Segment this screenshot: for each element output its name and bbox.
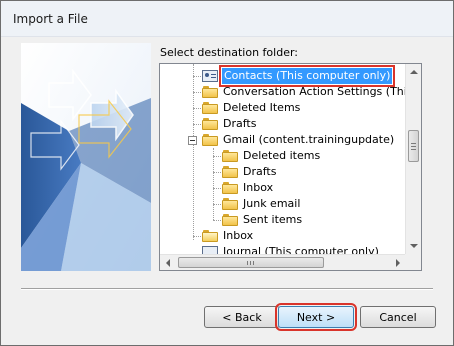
collapse-toggle-icon[interactable] [188, 136, 197, 145]
vertical-scroll-thumb[interactable] [408, 130, 419, 162]
wizard-banner-graphic [21, 43, 151, 271]
destination-folder-label: Select destination folder: [160, 46, 299, 59]
tree-item-contacts[interactable]: Contacts (This computer only) [160, 65, 405, 87]
tree-item-gmail-junk-email[interactable]: Junk email [160, 196, 405, 212]
tree-item-label: Deleted Items [223, 101, 301, 114]
title-bar: Import a File [1, 1, 453, 37]
journal-icon [202, 246, 218, 254]
tree-item-label: Sent items [243, 213, 303, 226]
contacts-icon [202, 70, 218, 82]
tree-item-gmail-sent-items[interactable]: Sent items [160, 212, 405, 228]
folder-icon [202, 102, 218, 114]
tree-item-label: Junk email [243, 197, 301, 210]
tree-item-label: Inbox [223, 229, 254, 242]
arrow-up-icon [410, 70, 418, 74]
import-file-dialog: Import a File Select destination folder:… [0, 0, 454, 346]
tree-item-inbox[interactable]: Inbox [160, 228, 405, 244]
arrow-left-icon [166, 259, 170, 267]
footer-divider [21, 288, 433, 290]
tree-item-label: Drafts [223, 117, 257, 130]
arrow-right-icon [396, 259, 400, 267]
next-button[interactable]: Next > [275, 303, 357, 331]
tree-item-label: Conversation Action Settings (This c [223, 85, 422, 98]
cancel-button[interactable]: Cancel [360, 306, 436, 328]
tree-item-label: Journal (This computer only) [223, 245, 379, 254]
tree-item-drafts[interactable]: Drafts [160, 116, 405, 132]
vertical-scrollbar[interactable] [405, 64, 421, 254]
tree-item-journal[interactable]: Journal (This computer only) [160, 244, 405, 254]
window-title: Import a File [13, 12, 88, 26]
tree-item-label: Drafts [243, 165, 277, 178]
folder-icon [222, 182, 238, 194]
tree-item-gmail[interactable]: Gmail (content.trainingupdate) [160, 132, 405, 148]
folder-tree[interactable]: Contacts (This computer only) Conversati… [159, 63, 422, 271]
tree-item-gmail-deleted-items[interactable]: Deleted items [160, 148, 405, 164]
tree-item-gmail-drafts[interactable]: Drafts [160, 164, 405, 180]
tree-item-gmail-inbox[interactable]: Inbox [160, 180, 405, 196]
back-button[interactable]: < Back [204, 306, 280, 328]
tree-item-label: Inbox [243, 181, 274, 194]
tree-item-label: Contacts (This computer only) [218, 65, 396, 87]
folder-icon [202, 134, 218, 146]
scroll-down-button[interactable] [406, 238, 421, 254]
tree-item-conversation-action-settings[interactable]: Conversation Action Settings (This c [160, 84, 421, 100]
scroll-up-button[interactable] [406, 64, 421, 80]
scroll-left-button[interactable] [160, 255, 176, 270]
horizontal-scroll-thumb[interactable] [178, 257, 324, 268]
scroll-right-button[interactable] [390, 255, 406, 270]
tree-item-label: Gmail (content.trainingupdate) [223, 133, 395, 146]
tree-item-deleted-items[interactable]: Deleted Items [160, 100, 405, 116]
scrollbar-corner [405, 254, 421, 270]
arrow-down-icon [410, 244, 418, 248]
horizontal-scrollbar[interactable] [160, 254, 406, 270]
folder-icon [202, 86, 218, 98]
folder-icon [202, 118, 218, 130]
inbox-folder-icon [202, 230, 218, 242]
folder-icon [222, 150, 238, 162]
folder-icon [222, 214, 238, 226]
folder-icon [222, 166, 238, 178]
tree-item-label: Deleted items [243, 149, 321, 162]
folder-icon [222, 198, 238, 210]
